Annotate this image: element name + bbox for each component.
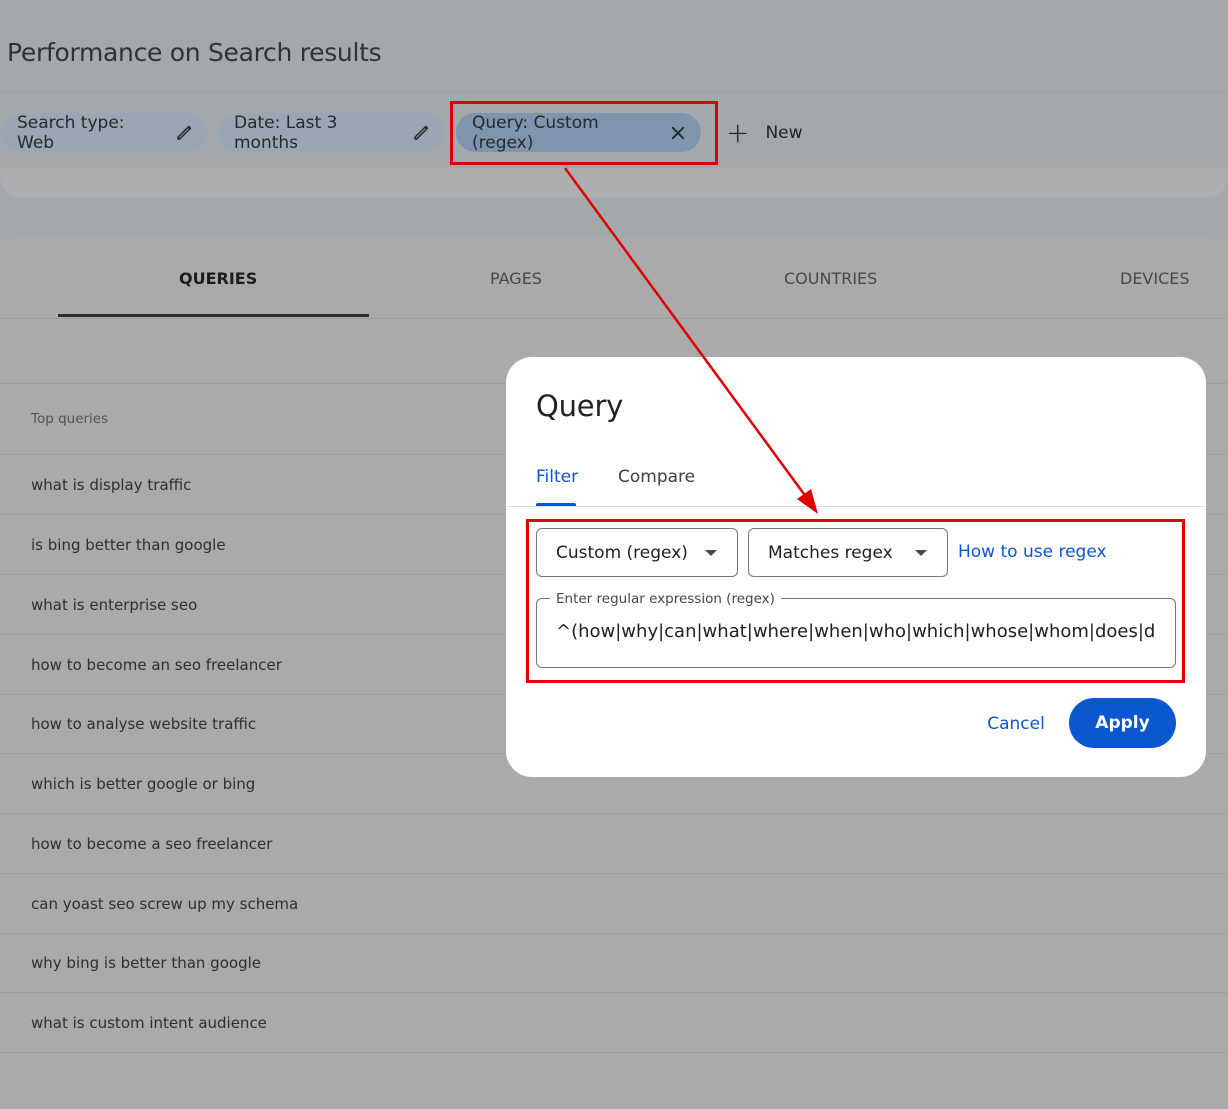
- chart-strip: [0, 168, 1228, 198]
- apply-button[interactable]: Apply: [1069, 698, 1176, 748]
- table-row[interactable]: can yoast seo screw up my schema: [0, 874, 1228, 934]
- new-filter-button[interactable]: + New: [726, 116, 803, 150]
- table-row[interactable]: how to become a seo freelancer: [0, 814, 1228, 874]
- query-filter-dialog: Query Filter Compare Custom (regex) Matc…: [506, 357, 1206, 777]
- query-text: what is enterprise seo: [31, 596, 198, 614]
- tab-filter[interactable]: Filter: [536, 467, 578, 487]
- chip-query[interactable]: Query: Custom (regex): [456, 112, 701, 153]
- chip-date[interactable]: Date: Last 3 months: [218, 112, 444, 153]
- tab-pages[interactable]: PAGES: [490, 269, 542, 288]
- cancel-button[interactable]: Cancel: [976, 700, 1056, 748]
- page-title: Performance on Search results: [7, 38, 382, 67]
- pencil-icon[interactable]: [175, 124, 193, 142]
- query-text: what is custom intent audience: [31, 1014, 267, 1032]
- tab-compare[interactable]: Compare: [618, 467, 695, 487]
- match-type-select[interactable]: Matches regex: [748, 528, 948, 577]
- select-value: Custom (regex): [556, 542, 688, 563]
- caret-down-icon: [705, 550, 717, 556]
- active-tab-indicator: [58, 314, 369, 317]
- select-value: Matches regex: [768, 542, 893, 563]
- pencil-icon[interactable]: [412, 124, 430, 142]
- query-text: what is display traffic: [31, 476, 192, 494]
- tab-devices[interactable]: DEVICES: [1120, 269, 1190, 288]
- header-region: Performance on Search results Search typ…: [0, 0, 1228, 240]
- query-text: can yoast seo screw up my schema: [31, 895, 299, 913]
- divider: [506, 506, 1206, 507]
- divider: [0, 91, 1228, 92]
- regex-help-link[interactable]: How to use regex: [958, 542, 1107, 562]
- table-row[interactable]: what is custom intent audience: [0, 993, 1228, 1053]
- query-text: why bing is better than google: [31, 954, 261, 972]
- query-text: how to become a seo freelancer: [31, 835, 273, 853]
- chip-label: Search type: Web: [17, 112, 125, 153]
- caret-down-icon: [915, 550, 927, 556]
- chip-search-type[interactable]: Search type: Web: [1, 112, 207, 153]
- tab-countries[interactable]: COUNTRIES: [784, 269, 877, 288]
- regex-input[interactable]: ^(how|why|can|what|where|when|who|which|…: [536, 598, 1176, 668]
- table-row[interactable]: why bing is better than google: [0, 933, 1228, 993]
- query-text: how to become an seo freelancer: [31, 656, 282, 674]
- query-text: which is better google or bing: [31, 775, 256, 793]
- new-label: New: [765, 123, 803, 143]
- chip-label: Date: Last 3 months: [234, 112, 338, 153]
- tab-queries[interactable]: QUERIES: [179, 269, 257, 288]
- query-text: how to analyse website traffic: [31, 715, 257, 733]
- regex-input-value: ^(how|why|can|what|where|when|who|which|…: [556, 621, 1156, 642]
- dialog-title: Query: [536, 389, 624, 423]
- close-icon[interactable]: [669, 124, 687, 142]
- column-header-top-queries: Top queries: [31, 411, 109, 427]
- filter-type-select[interactable]: Custom (regex): [536, 528, 738, 577]
- query-text: is bing better than google: [31, 536, 226, 554]
- regex-input-label: Enter regular expression (regex): [550, 591, 781, 607]
- chip-label: Query: Custom (regex): [472, 112, 599, 153]
- plus-icon: +: [726, 116, 750, 149]
- dimension-tabs: QUERIES PAGES COUNTRIES DEVICES: [0, 238, 1228, 319]
